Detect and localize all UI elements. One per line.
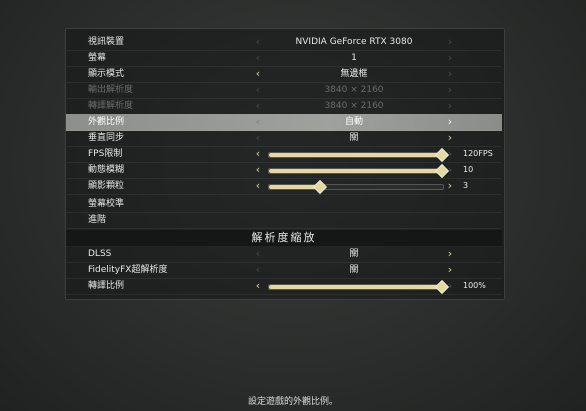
value-film-grain: 3 — [463, 181, 469, 190]
left-arrow-icon[interactable]: ‹ — [252, 66, 264, 82]
row-video-device[interactable]: 視訊裝置 ‹ NVIDIA GeForce RTX 3080 › — [66, 34, 502, 51]
row-vsync[interactable]: 垂直同步 ‹ 關 › — [66, 130, 502, 147]
right-arrow-icon[interactable]: › — [444, 262, 456, 278]
right-arrow-icon: › — [447, 35, 453, 48]
label-film-grain: 顯影顆粒 — [88, 181, 125, 191]
right-arrow-icon: › — [447, 51, 453, 64]
left-arrow-icon: ‹ — [255, 115, 261, 128]
row-aspect-ratio[interactable]: 外觀比例 ‹ 自動 › — [66, 114, 502, 131]
section-title: 解析度縮放 — [251, 231, 317, 244]
left-arrow-icon: ‹ — [255, 247, 261, 260]
label-render-resolution: 轉譯解析度 — [88, 101, 134, 111]
render-scale-slider[interactable] — [268, 279, 450, 295]
row-render-resolution: 轉譯解析度 ‹ 3840 × 2160 › — [66, 98, 502, 115]
left-arrow-icon: ‹ — [255, 35, 261, 48]
label-video-device: 視訊裝置 — [88, 37, 125, 47]
value-vsync: 關 — [349, 133, 359, 143]
label-display-mode: 顯示模式 — [88, 69, 125, 79]
row-screen-calibration[interactable]: 螢幕校準 — [66, 196, 502, 213]
label-output-resolution: 輸出解析度 — [88, 85, 134, 95]
right-arrow-icon: › — [447, 67, 453, 80]
left-arrow-icon[interactable]: ‹ — [252, 278, 264, 294]
slider-fill — [269, 285, 443, 289]
row-screen[interactable]: 螢幕 ‹ 1 › — [66, 50, 502, 67]
slider-fill — [269, 153, 443, 157]
label-advanced: 進階 — [88, 215, 107, 225]
row-display-mode[interactable]: 顯示模式 ‹ 無邊框 › — [66, 66, 502, 83]
label-screen: 螢幕 — [88, 53, 107, 63]
value-fidelityfx: 關 — [349, 265, 359, 275]
value-output-resolution: 3840 × 2160 — [324, 85, 384, 95]
section-resolution-scaling: 解析度縮放 — [66, 230, 502, 247]
value-motion-blur: 10 — [463, 165, 474, 174]
row-dlss[interactable]: DLSS ‹ 關 › — [66, 246, 502, 263]
label-fidelityfx: FidelityFX超解析度 — [88, 265, 168, 275]
right-arrow-icon: › — [447, 99, 453, 112]
value-dlss: 關 — [349, 249, 359, 259]
left-arrow-icon: ‹ — [255, 99, 261, 112]
right-arrow-icon[interactable]: › — [444, 178, 456, 194]
row-advanced[interactable]: 進階 — [66, 212, 502, 229]
label-render-scale: 轉譯比例 — [88, 281, 125, 291]
value-fps-limit: 120FPS — [463, 149, 493, 158]
left-arrow-icon[interactable]: ‹ — [252, 178, 264, 194]
motion-blur-slider[interactable] — [268, 163, 450, 179]
left-arrow-icon: ‹ — [255, 83, 261, 96]
right-arrow-icon[interactable]: › — [444, 114, 456, 130]
left-arrow-icon: ‹ — [255, 51, 261, 64]
label-motion-blur: 動態模糊 — [88, 165, 125, 175]
label-aspect-ratio: 外觀比例 — [88, 117, 125, 127]
label-fps-limit: FPS限制 — [88, 149, 123, 159]
right-arrow-icon: › — [447, 163, 453, 176]
right-arrow-icon: › — [447, 147, 453, 160]
right-arrow-icon[interactable]: › — [444, 130, 456, 146]
slider-knob[interactable] — [313, 179, 328, 195]
fps-limit-slider[interactable] — [268, 147, 450, 163]
right-arrow-icon: › — [447, 83, 453, 96]
left-arrow-icon: ‹ — [255, 131, 261, 144]
value-video-device: NVIDIA GeForce RTX 3080 — [295, 37, 413, 47]
hint-text: 設定遊戲的外觀比例。 — [247, 397, 338, 407]
row-render-scale[interactable]: 轉譯比例 ‹ › 100% — [66, 278, 502, 295]
left-arrow-icon: ‹ — [255, 263, 261, 276]
right-arrow-icon[interactable]: › — [444, 246, 456, 262]
label-vsync: 垂直同步 — [88, 133, 125, 143]
left-arrow-icon[interactable]: ‹ — [252, 146, 264, 162]
row-fps-limit[interactable]: FPS限制 ‹ › 120FPS — [66, 146, 502, 163]
value-render-scale: 100% — [463, 281, 486, 290]
row-film-grain[interactable]: 顯影顆粒 ‹ › 3 — [66, 178, 502, 195]
value-display-mode: 無邊框 — [340, 69, 368, 79]
value-aspect-ratio: 自動 — [344, 117, 363, 127]
right-arrow-icon: › — [447, 279, 453, 292]
row-output-resolution: 輸出解析度 ‹ 3840 × 2160 › — [66, 82, 502, 99]
left-arrow-icon[interactable]: ‹ — [252, 162, 264, 178]
label-screen-calibration: 螢幕校準 — [88, 199, 125, 209]
slider-fill — [269, 169, 443, 173]
row-motion-blur[interactable]: 動態模糊 ‹ › 10 — [66, 162, 502, 179]
value-render-resolution: 3840 × 2160 — [324, 101, 384, 111]
film-grain-slider[interactable] — [268, 179, 444, 195]
value-screen: 1 — [351, 53, 357, 63]
label-dlss: DLSS — [88, 249, 112, 259]
row-fidelityfx[interactable]: FidelityFX超解析度 ‹ 關 › — [66, 262, 502, 279]
